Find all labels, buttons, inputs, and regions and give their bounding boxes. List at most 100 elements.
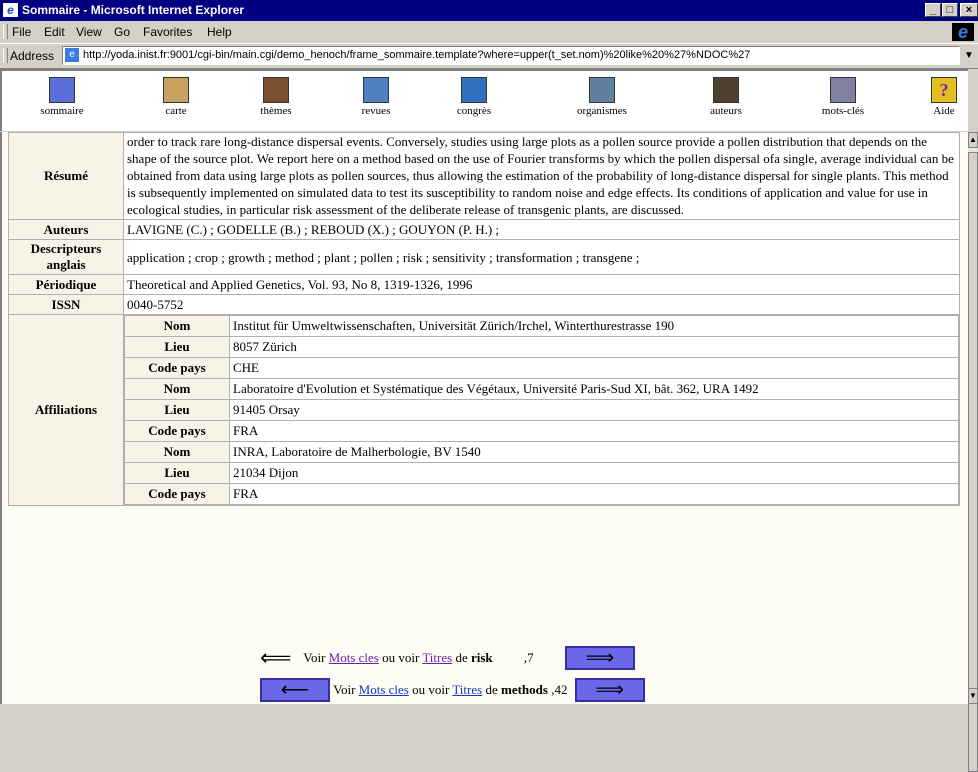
affiliations-label: Affiliations bbox=[8, 314, 124, 506]
aff-lieu-value: 21034 Dijon bbox=[229, 462, 959, 484]
themes-icon bbox=[263, 77, 289, 103]
address-input[interactable]: e http://yoda.inist.fr:9001/cgi-bin/main… bbox=[62, 46, 960, 65]
de-text: de bbox=[455, 650, 468, 665]
content-frame: Résumé order to track rare long-distance… bbox=[0, 132, 968, 704]
row-issn: ISSN 0040-5752 bbox=[8, 294, 960, 315]
aff-code-value: FRA bbox=[229, 420, 959, 442]
nav-item-sommaire[interactable]: sommaire bbox=[26, 77, 98, 117]
table-row: Lieu 8057 Zürich bbox=[124, 336, 959, 358]
titres-link[interactable]: Titres bbox=[422, 650, 452, 665]
nav-label: revues bbox=[361, 105, 391, 117]
scroll-down-icon[interactable]: ▼ bbox=[968, 688, 978, 704]
scroll-up-icon[interactable]: ▲ bbox=[968, 132, 978, 148]
nav-item-revues[interactable]: revues bbox=[352, 77, 400, 117]
organizations-icon bbox=[589, 77, 615, 103]
resume-label: Résumé bbox=[8, 132, 124, 220]
record-table: Résumé order to track rare long-distance… bbox=[8, 132, 960, 506]
aff-key-nom: Nom bbox=[124, 315, 230, 337]
nav-label: congrès bbox=[456, 105, 492, 117]
table-row: Lieu 21034 Dijon bbox=[124, 462, 959, 484]
menu-help[interactable]: Help bbox=[207, 25, 232, 39]
nav-label: auteurs bbox=[710, 105, 742, 117]
help-icon: ? bbox=[931, 77, 957, 103]
nav-label: carte bbox=[165, 105, 187, 117]
page-icon: e bbox=[65, 48, 79, 62]
address-dropdown-icon[interactable]: ▼ bbox=[961, 46, 977, 65]
nav-item-aide[interactable]: ? Aide bbox=[924, 77, 964, 117]
aff-key-code: Code pays bbox=[124, 357, 230, 379]
menu-edit[interactable]: Edit bbox=[44, 25, 65, 39]
nav-row-risk: ⟸ Voir Mots cles ou voir Titres de risk … bbox=[260, 646, 635, 670]
minimize-button[interactable]: _ bbox=[925, 3, 941, 17]
address-label: Address bbox=[10, 49, 55, 63]
next-button[interactable]: ⟹ bbox=[564, 646, 635, 670]
ou-voir-text: ou voir bbox=[382, 650, 420, 665]
nav-item-organismes[interactable]: organismes bbox=[562, 77, 642, 117]
row-affiliations: Affiliations Nom Institut für Umweltwisse… bbox=[8, 314, 960, 506]
voir-text: Voir bbox=[303, 650, 326, 665]
aff-key-code: Code pays bbox=[124, 483, 230, 505]
descripteurs-label: Descripteurs anglais bbox=[8, 239, 124, 275]
aff-key-nom: Nom bbox=[124, 378, 230, 400]
next-button[interactable]: ⟹ bbox=[574, 678, 645, 702]
close-button[interactable]: × bbox=[960, 3, 978, 17]
voir-text: Voir bbox=[333, 682, 356, 697]
row-periodique: Périodique Theoretical and Applied Genet… bbox=[8, 274, 960, 295]
nav-text: Voir Mots cles ou voir Titres de methods… bbox=[333, 682, 570, 697]
authors-icon bbox=[713, 77, 739, 103]
vertical-scrollbar[interactable]: ▲ ▼ bbox=[968, 132, 978, 772]
nav-item-auteurs[interactable]: auteurs bbox=[696, 77, 756, 117]
aff-key-lieu: Lieu bbox=[124, 399, 230, 421]
affiliations-cell: Nom Institut für Umweltwissenschaften, Un… bbox=[123, 314, 960, 506]
window-titlebar: e Sommaire - Microsoft Internet Explorer… bbox=[0, 0, 978, 21]
maximize-button[interactable]: □ bbox=[942, 3, 958, 17]
ou-voir-text: ou voir bbox=[412, 682, 450, 697]
issn-value: 0040-5752 bbox=[123, 294, 960, 315]
table-row: Code pays FRA bbox=[124, 420, 959, 442]
ie-logo-icon: e bbox=[952, 23, 974, 41]
table-row: Nom INRA, Laboratoire de Malherbologie, B… bbox=[124, 441, 959, 463]
table-row: Code pays FRA bbox=[124, 483, 959, 505]
menu-bar: File Edit View Go Favorites Help e bbox=[0, 21, 978, 44]
table-row: Nom Laboratoire d'Evolution et Systématiq… bbox=[124, 378, 959, 400]
aff-nom-value: INRA, Laboratoire de Malherbologie, BV 1… bbox=[229, 441, 959, 463]
previous-button[interactable]: ⟵ bbox=[260, 678, 330, 702]
descripteurs-value: application ; crop ; growth ; method ; p… bbox=[123, 239, 960, 275]
de-text: de bbox=[485, 682, 498, 697]
titres-link[interactable]: Titres bbox=[452, 682, 482, 697]
auteurs-value: LAVIGNE (C.) ; GODELLE (B.) ; REBOUD (X.… bbox=[123, 219, 960, 240]
ie-window-icon: e bbox=[3, 3, 18, 17]
nav-item-congres[interactable]: congrès bbox=[446, 77, 502, 117]
nav-item-themes[interactable]: thèmes bbox=[252, 77, 300, 117]
mots-cles-link[interactable]: Mots cles bbox=[329, 650, 379, 665]
menu-file[interactable]: File bbox=[12, 25, 31, 39]
nav-item-mots-cles[interactable]: mots-clés bbox=[808, 77, 878, 117]
count-methods: ,42 bbox=[551, 682, 568, 697]
aff-nom-value: Laboratoire d'Evolution et Systématique … bbox=[229, 378, 959, 400]
term-risk: risk bbox=[470, 650, 493, 665]
mots-cles-link[interactable]: Mots cles bbox=[359, 682, 409, 697]
row-descripteurs: Descripteurs anglais application ; crop … bbox=[8, 239, 960, 275]
aff-code-value: FRA bbox=[229, 483, 959, 505]
map-icon bbox=[163, 77, 189, 103]
menu-favorites[interactable]: Favorites bbox=[143, 25, 192, 39]
address-url: http://yoda.inist.fr:9001/cgi-bin/main.c… bbox=[83, 49, 751, 61]
aff-lieu-value: 8057 Zürich bbox=[229, 336, 959, 358]
nav-item-carte[interactable]: carte bbox=[152, 77, 200, 117]
nav-frame: sommaire carte thèmes revues congrès org… bbox=[0, 69, 968, 131]
table-row: Code pays CHE bbox=[124, 357, 959, 379]
issn-label: ISSN bbox=[8, 294, 124, 315]
menu-view[interactable]: View bbox=[76, 25, 102, 39]
addressbar-grip bbox=[3, 48, 8, 63]
term-methods: methods bbox=[500, 682, 548, 697]
affiliations-table: Nom Institut für Umweltwissenschaften, Un… bbox=[124, 315, 959, 505]
aff-key-lieu: Lieu bbox=[124, 336, 230, 358]
nav-label: sommaire bbox=[40, 105, 84, 117]
scroll-thumb[interactable] bbox=[968, 152, 978, 772]
nav-label: Aide bbox=[933, 105, 955, 117]
congress-icon bbox=[461, 77, 487, 103]
aff-key-lieu: Lieu bbox=[124, 462, 230, 484]
menu-go[interactable]: Go bbox=[114, 25, 130, 39]
table-row: Lieu 91405 Orsay bbox=[124, 399, 959, 421]
previous-arrow-icon[interactable]: ⟸ bbox=[260, 647, 300, 669]
